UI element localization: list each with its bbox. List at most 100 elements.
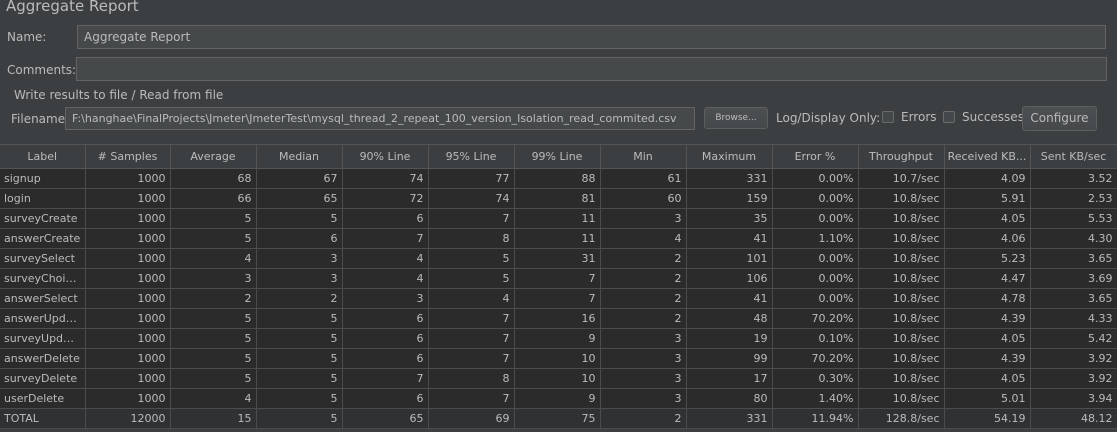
table-row[interactable]: answerDelete 1000 5 5 6 7 10 3 99 70.20% 10.8/sec 4…: [0, 348, 1117, 369]
table-cell: 5: [256, 348, 343, 369]
table-row[interactable]: surveyDelete 1000 5 5 7 8 10 3 17 0.30% 10.8/sec 4.…: [0, 368, 1117, 389]
column-header[interactable]: Label: [0, 144, 86, 169]
table-cell: 12000: [85, 408, 171, 429]
table-cell: 61: [600, 168, 687, 189]
filename-input[interactable]: F:\hanghae\FinalProjects\Jmeter\JmeterTe…: [65, 107, 695, 130]
table-cell: 54.19: [944, 408, 1031, 429]
table-cell: 0.00%: [772, 248, 859, 269]
table-cell: 4.06: [944, 228, 1031, 249]
configure-button[interactable]: Configure: [1022, 106, 1097, 131]
table-header-row: Label # Samples Average Median 90% Line 95% L…: [0, 144, 1117, 169]
column-header[interactable]: Maximum: [686, 144, 773, 169]
table-cell: 331: [686, 168, 773, 189]
table-cell: 10.8/sec: [858, 228, 945, 249]
column-header[interactable]: Median: [256, 144, 343, 169]
column-header[interactable]: Error %: [772, 144, 859, 169]
table-cell: 0.10%: [772, 328, 859, 349]
table-row[interactable]: surveyChoic... 1000 3 3 4 5 7 2 106 0.00% 10.8/sec…: [0, 268, 1117, 289]
table-cell: 5: [256, 388, 343, 409]
table-cell: 68: [170, 168, 257, 189]
browse-button[interactable]: Browse...: [704, 107, 768, 129]
table-cell: 10.8/sec: [858, 248, 945, 269]
table-cell: 10.7/sec: [858, 168, 945, 189]
table-total-row[interactable]: TOTAL 12000 15 5 65 69 75 2 331 11.94% 128.8/sec 54…: [0, 408, 1117, 429]
table-cell: 1000: [85, 208, 171, 229]
table-cell: 81: [514, 188, 601, 209]
table-cell: 3: [256, 248, 343, 269]
table-cell: 4.78: [944, 288, 1031, 309]
table-row[interactable]: surveyUpdate 1000 5 5 6 7 9 3 19 0.10% 10.8/sec 4.0…: [0, 328, 1117, 349]
table-cell: 7: [514, 288, 601, 309]
table-cell: 74: [428, 188, 515, 209]
table-cell: signup: [0, 168, 86, 189]
table-cell: surveyChoic...: [0, 268, 86, 289]
table-cell: 0.30%: [772, 368, 859, 389]
table-cell: 3: [600, 208, 687, 229]
table-cell: 69: [428, 408, 515, 429]
table-cell: 10.8/sec: [858, 388, 945, 409]
column-header[interactable]: Throughput: [858, 144, 945, 169]
table-cell: 5: [170, 328, 257, 349]
table-cell: 4.05: [944, 208, 1031, 229]
table-row[interactable]: answerUpdate 1000 5 5 6 7 16 2 48 70.20% 10.8/sec 4…: [0, 308, 1117, 329]
column-header[interactable]: Received KB...: [944, 144, 1031, 169]
table-cell: 4.47: [944, 268, 1031, 289]
table-cell: 0.00%: [772, 268, 859, 289]
table-cell: 2: [600, 248, 687, 269]
table-row[interactable]: surveySelect 1000 4 3 4 5 31 2 101 0.00% 10.8/sec 5…: [0, 248, 1117, 269]
comments-field[interactable]: [76, 57, 1107, 81]
table-cell: 331: [686, 408, 773, 429]
table-cell: 4: [342, 248, 429, 269]
name-field[interactable]: Aggregate Report: [77, 25, 1106, 49]
table-cell: 7: [342, 228, 429, 249]
column-header[interactable]: Min: [600, 144, 687, 169]
table-cell: 4.30: [1030, 228, 1117, 249]
table-row[interactable]: answerCreate 1000 5 6 7 8 11 4 41 1.10% 10.8/sec 4.…: [0, 228, 1117, 249]
table-cell: 80: [686, 388, 773, 409]
table-cell: 75: [514, 408, 601, 429]
errors-checkbox[interactable]: [882, 111, 894, 123]
column-header[interactable]: Sent KB/sec: [1030, 144, 1117, 169]
table-cell: surveySelect: [0, 248, 86, 269]
table-cell: 6: [342, 388, 429, 409]
table-cell: 10.8/sec: [858, 288, 945, 309]
table-cell: surveyDelete: [0, 368, 86, 389]
column-header[interactable]: # Samples: [85, 144, 171, 169]
table-cell: 4: [428, 288, 515, 309]
log-display-label: Log/Display Only:: [776, 111, 881, 125]
table-row[interactable]: userDelete 1000 4 5 6 7 9 3 80 1.40% 10.8/sec 5.01 3…: [0, 388, 1117, 409]
table-cell: 4.39: [944, 348, 1031, 369]
table-cell: 5: [170, 228, 257, 249]
table-cell: 10.8/sec: [858, 348, 945, 369]
table-cell: 10.8/sec: [858, 308, 945, 329]
table-cell: 1000: [85, 268, 171, 289]
column-header[interactable]: 90% Line: [342, 144, 429, 169]
table-cell: 1000: [85, 228, 171, 249]
table-cell: 66: [170, 188, 257, 209]
column-header[interactable]: 99% Line: [514, 144, 601, 169]
table-row[interactable]: surveyCreate 1000 5 5 6 7 11 3 35 0.00% 10.8/sec 4.…: [0, 208, 1117, 229]
table-row[interactable]: answerSelect 1000 2 2 3 4 7 2 41 0.00% 10.8/sec 4.7…: [0, 288, 1117, 309]
column-header[interactable]: 95% Line: [428, 144, 515, 169]
table-cell: answerDelete: [0, 348, 86, 369]
table-cell: 1000: [85, 168, 171, 189]
table-cell: 72: [342, 188, 429, 209]
table-row[interactable]: login 1000 66 65 72 74 81 60 159 0.00% 10.8/sec 5.9…: [0, 188, 1117, 209]
table-cell: 4.39: [944, 308, 1031, 329]
table-cell: 0.00%: [772, 208, 859, 229]
table-cell: 7: [342, 368, 429, 389]
column-header[interactable]: Average: [170, 144, 257, 169]
table-row[interactable]: signup 1000 68 67 74 77 88 61 331 0.00% 10.7/sec 4.…: [0, 168, 1117, 189]
table-cell: 128.8/sec: [858, 408, 945, 429]
table-cell: 3: [600, 328, 687, 349]
comments-label: Comments:: [7, 63, 77, 77]
table-cell: 4: [170, 388, 257, 409]
table-cell: 10.8/sec: [858, 328, 945, 349]
successes-checkbox[interactable]: [943, 111, 955, 123]
table-cell: 1000: [85, 368, 171, 389]
table-cell: 4.09: [944, 168, 1031, 189]
table-cell: 4: [600, 228, 687, 249]
table-cell: 6: [342, 208, 429, 229]
table-cell: 41: [686, 228, 773, 249]
table-cell: 3.52: [1030, 168, 1117, 189]
